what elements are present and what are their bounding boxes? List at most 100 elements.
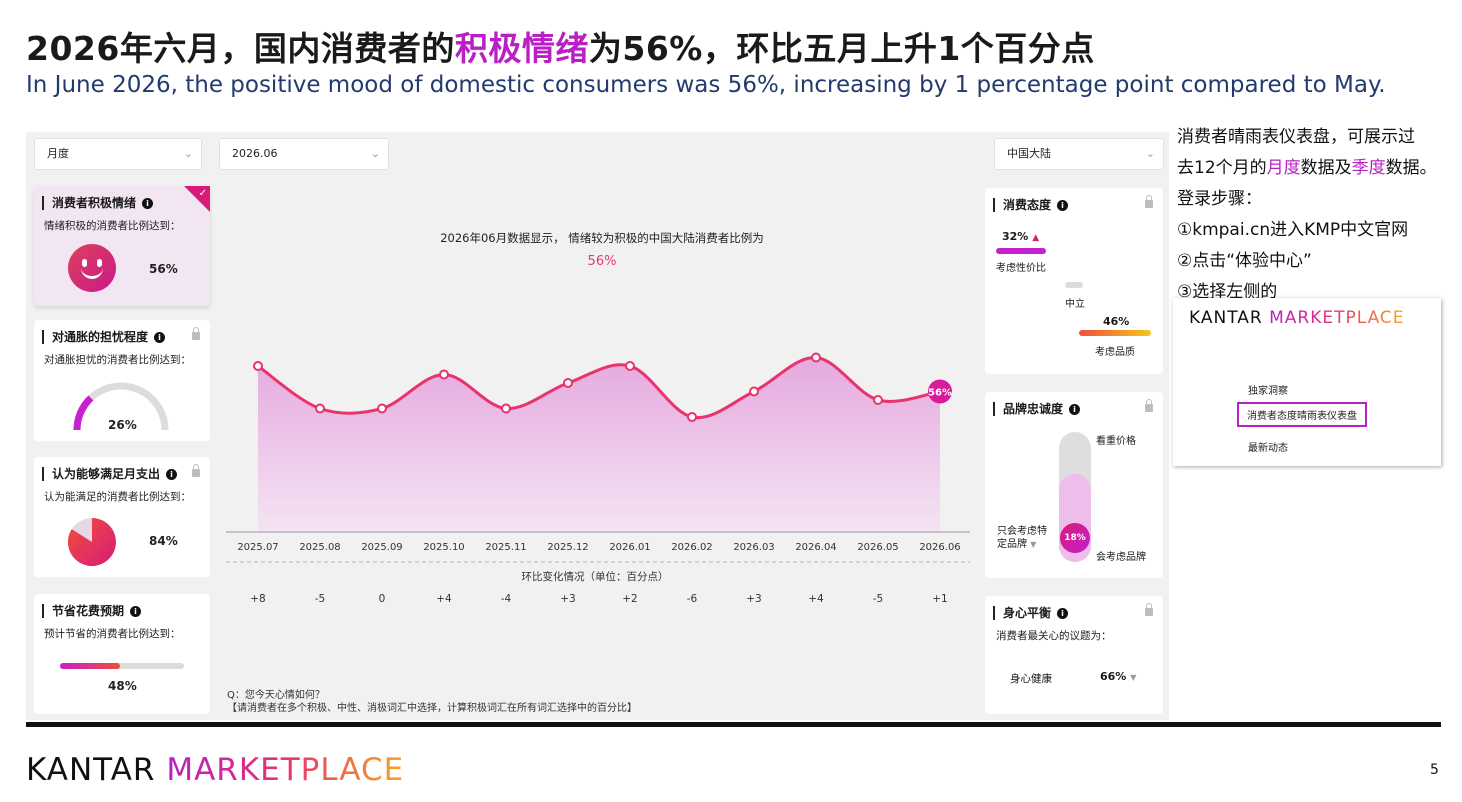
change-label: -4 — [501, 593, 512, 605]
card-title-text: 身心平衡 — [1003, 606, 1052, 620]
card-value: 84% — [149, 534, 178, 548]
region-select[interactable]: 中国大陆 ⌄ — [994, 138, 1164, 170]
menu-item-insights[interactable]: 独家洞察 — [1248, 382, 1288, 397]
marketplace-logo-small: KANTAR MARKETPLACE — [1189, 308, 1405, 328]
card-brand-loyalty[interactable]: 品牌忠诚度 i 看重价格 18% 只会考虑特 定品牌 ▼ 会考虑品牌 — [985, 392, 1163, 578]
marketplace-menu-screenshot: KANTAR MARKETPLACE 独家洞察 消费者态度晴雨表仪表盘 最新动态 — [1173, 298, 1441, 466]
x-tick-label: 2025.09 — [361, 542, 402, 553]
quality-label: 考虑品质 — [1095, 347, 1135, 358]
card-subtitle: 消费者最关心的议题为： — [996, 630, 1112, 642]
price-value: 32% ▲ — [1002, 230, 1039, 243]
loyalty-left-line-2-text: 定品牌 — [997, 539, 1027, 550]
title-highlight: 积极情绪 — [454, 29, 589, 68]
note-quarterly: 季度 — [1351, 158, 1386, 178]
chevron-down-icon: ⌄ — [183, 147, 193, 160]
card-positive-mood[interactable]: ✓ 消费者积极情绪 i 情绪积极的消费者比例达到： 56% — [34, 186, 210, 306]
card-inflation-worry[interactable]: 对通胀的担忧程度 i 对通胀担忧的消费者比例达到： 26% — [34, 320, 210, 441]
change-label: -5 — [873, 593, 883, 605]
card-consumer-attitude[interactable]: 消费态度 i 32% ▲ 考虑性价比 中立 46% 考虑品质 — [985, 188, 1163, 374]
loyalty-bottom-label: 会考虑品牌 — [1096, 552, 1146, 563]
card-saving-expectation[interactable]: 节省花费预期 i 预计节省的消费者比例达到： 48% — [34, 594, 210, 714]
up-arrow-icon: ▲ — [1032, 233, 1040, 243]
lock-icon — [1145, 399, 1153, 412]
loyalty-value: 18% — [1060, 523, 1090, 553]
change-label: +8 — [250, 593, 265, 605]
info-icon[interactable]: i — [130, 606, 142, 617]
note-line-2-a: 去12个月的 — [1177, 158, 1267, 178]
smiley-icon — [68, 244, 116, 292]
data-point — [687, 412, 697, 422]
change-label: +2 — [622, 593, 637, 605]
x-tick-label: 2025.10 — [423, 542, 464, 553]
question-line-1: Q：您今天心情如何？ — [227, 690, 325, 701]
x-tick-label: 2026.05 — [857, 542, 898, 553]
card-title-text: 消费态度 — [1003, 198, 1052, 212]
wellbeing-value: 66% ▼ — [1100, 670, 1136, 683]
month-select-value: 2026.06 — [232, 147, 278, 160]
card-subtitle: 预计节省的消费者比例达到： — [44, 628, 181, 640]
note-line-4: ①kmpai.cn进入KMP中文官网 — [1177, 220, 1409, 240]
x-tick-label: 2026.01 — [609, 542, 650, 553]
data-point — [501, 403, 511, 414]
card-wellbeing[interactable]: 身心平衡 i 消费者最关心的议题为： 身心健康 66% ▼ — [985, 596, 1163, 714]
chevron-down-icon: ⌄ — [370, 147, 380, 160]
card-title: 消费者积极情绪 i — [42, 196, 154, 210]
period-select-value: 月度 — [47, 147, 69, 160]
card-value: 26% — [108, 418, 137, 432]
check-icon: ✓ — [198, 188, 207, 199]
data-point — [377, 403, 387, 414]
saving-progress — [60, 663, 184, 669]
caret-down-icon: ▼ — [1130, 673, 1137, 682]
change-label: -6 — [687, 593, 698, 605]
last-point-label: 56% — [928, 388, 952, 399]
menu-item-dashboard[interactable]: 消费者态度晴雨表仪表盘 — [1237, 402, 1367, 427]
lock-icon — [1145, 603, 1153, 616]
card-title: 消费态度 i — [993, 198, 1069, 212]
quality-value: 46% — [1103, 315, 1130, 328]
page-number: 5 — [1430, 762, 1439, 778]
x-tick-label: 2025.11 — [485, 542, 526, 553]
saving-progress-fill — [60, 663, 120, 669]
note-line-2: 去12个月的月度数据及季度数据。 — [1177, 153, 1437, 184]
loyalty-top-label: 看重价格 — [1096, 436, 1136, 447]
change-label: -5 — [315, 593, 325, 605]
data-point — [253, 361, 263, 371]
x-tick-label: 2026.04 — [795, 542, 836, 553]
menu-item-news[interactable]: 最新动态 — [1248, 439, 1288, 454]
info-icon[interactable]: i — [1057, 608, 1069, 619]
note-line-5: ②点击“体验中心” — [1177, 251, 1312, 271]
neutral-bar — [1065, 282, 1083, 288]
logo-small-marketplace: MARKETPLACE — [1269, 308, 1405, 328]
card-meet-expenses[interactable]: 认为能够满足月支出 i 认为能满足的消费者比例达到： 84% — [34, 457, 210, 577]
wellbeing-topic: 身心健康 — [1010, 673, 1052, 685]
price-value-text: 32% — [1002, 230, 1029, 243]
logo-small-kantar: KANTAR — [1189, 308, 1263, 328]
x-tick-label: 2026.06 — [919, 542, 960, 553]
quality-bar — [1079, 330, 1151, 336]
question-line-2: 【请消费者在多个积极、中性、消极词汇中选择，计算积极词汇在所有词汇选择中的百分比… — [227, 703, 637, 714]
info-icon[interactable]: i — [1069, 404, 1081, 415]
note-line-2-c: 数据及 — [1300, 158, 1352, 178]
x-tick-label: 2026.03 — [733, 542, 774, 553]
info-icon[interactable]: i — [142, 198, 154, 209]
price-label: 考虑性价比 — [996, 263, 1046, 274]
lock-icon — [1145, 195, 1153, 208]
card-title-text: 节省花费预期 — [52, 604, 125, 618]
caret-down-icon: ▼ — [1030, 540, 1037, 549]
logo-marketplace: MARKETPLACE — [166, 752, 405, 788]
month-select[interactable]: 2026.06 ⌄ — [219, 138, 389, 170]
card-title-text: 品牌忠诚度 — [1003, 402, 1064, 416]
area-fill — [258, 357, 940, 532]
chart-svg: 56% 2025.07 2025.08 2025.09 2025.10 2025.11 20… — [226, 352, 970, 605]
data-point — [439, 369, 449, 380]
period-select[interactable]: 月度 ⌄ — [34, 138, 202, 170]
info-icon[interactable]: i — [1057, 200, 1069, 211]
loyalty-left-label: 只会考虑特 定品牌 ▼ — [997, 525, 1047, 551]
card-title: 身心平衡 i — [993, 606, 1069, 620]
data-point — [873, 395, 883, 405]
change-label: +4 — [808, 593, 824, 605]
change-label: 0 — [379, 593, 386, 605]
chevron-down-icon: ⌄ — [1145, 147, 1155, 160]
expenses-pie — [67, 518, 116, 566]
dashboard-screenshot: 月度 ⌄ 2026.06 ⌄ 中国大陆 ⌄ ✓ 消费者积极情绪 i 情绪积极的消费者比例… — [26, 132, 1169, 720]
